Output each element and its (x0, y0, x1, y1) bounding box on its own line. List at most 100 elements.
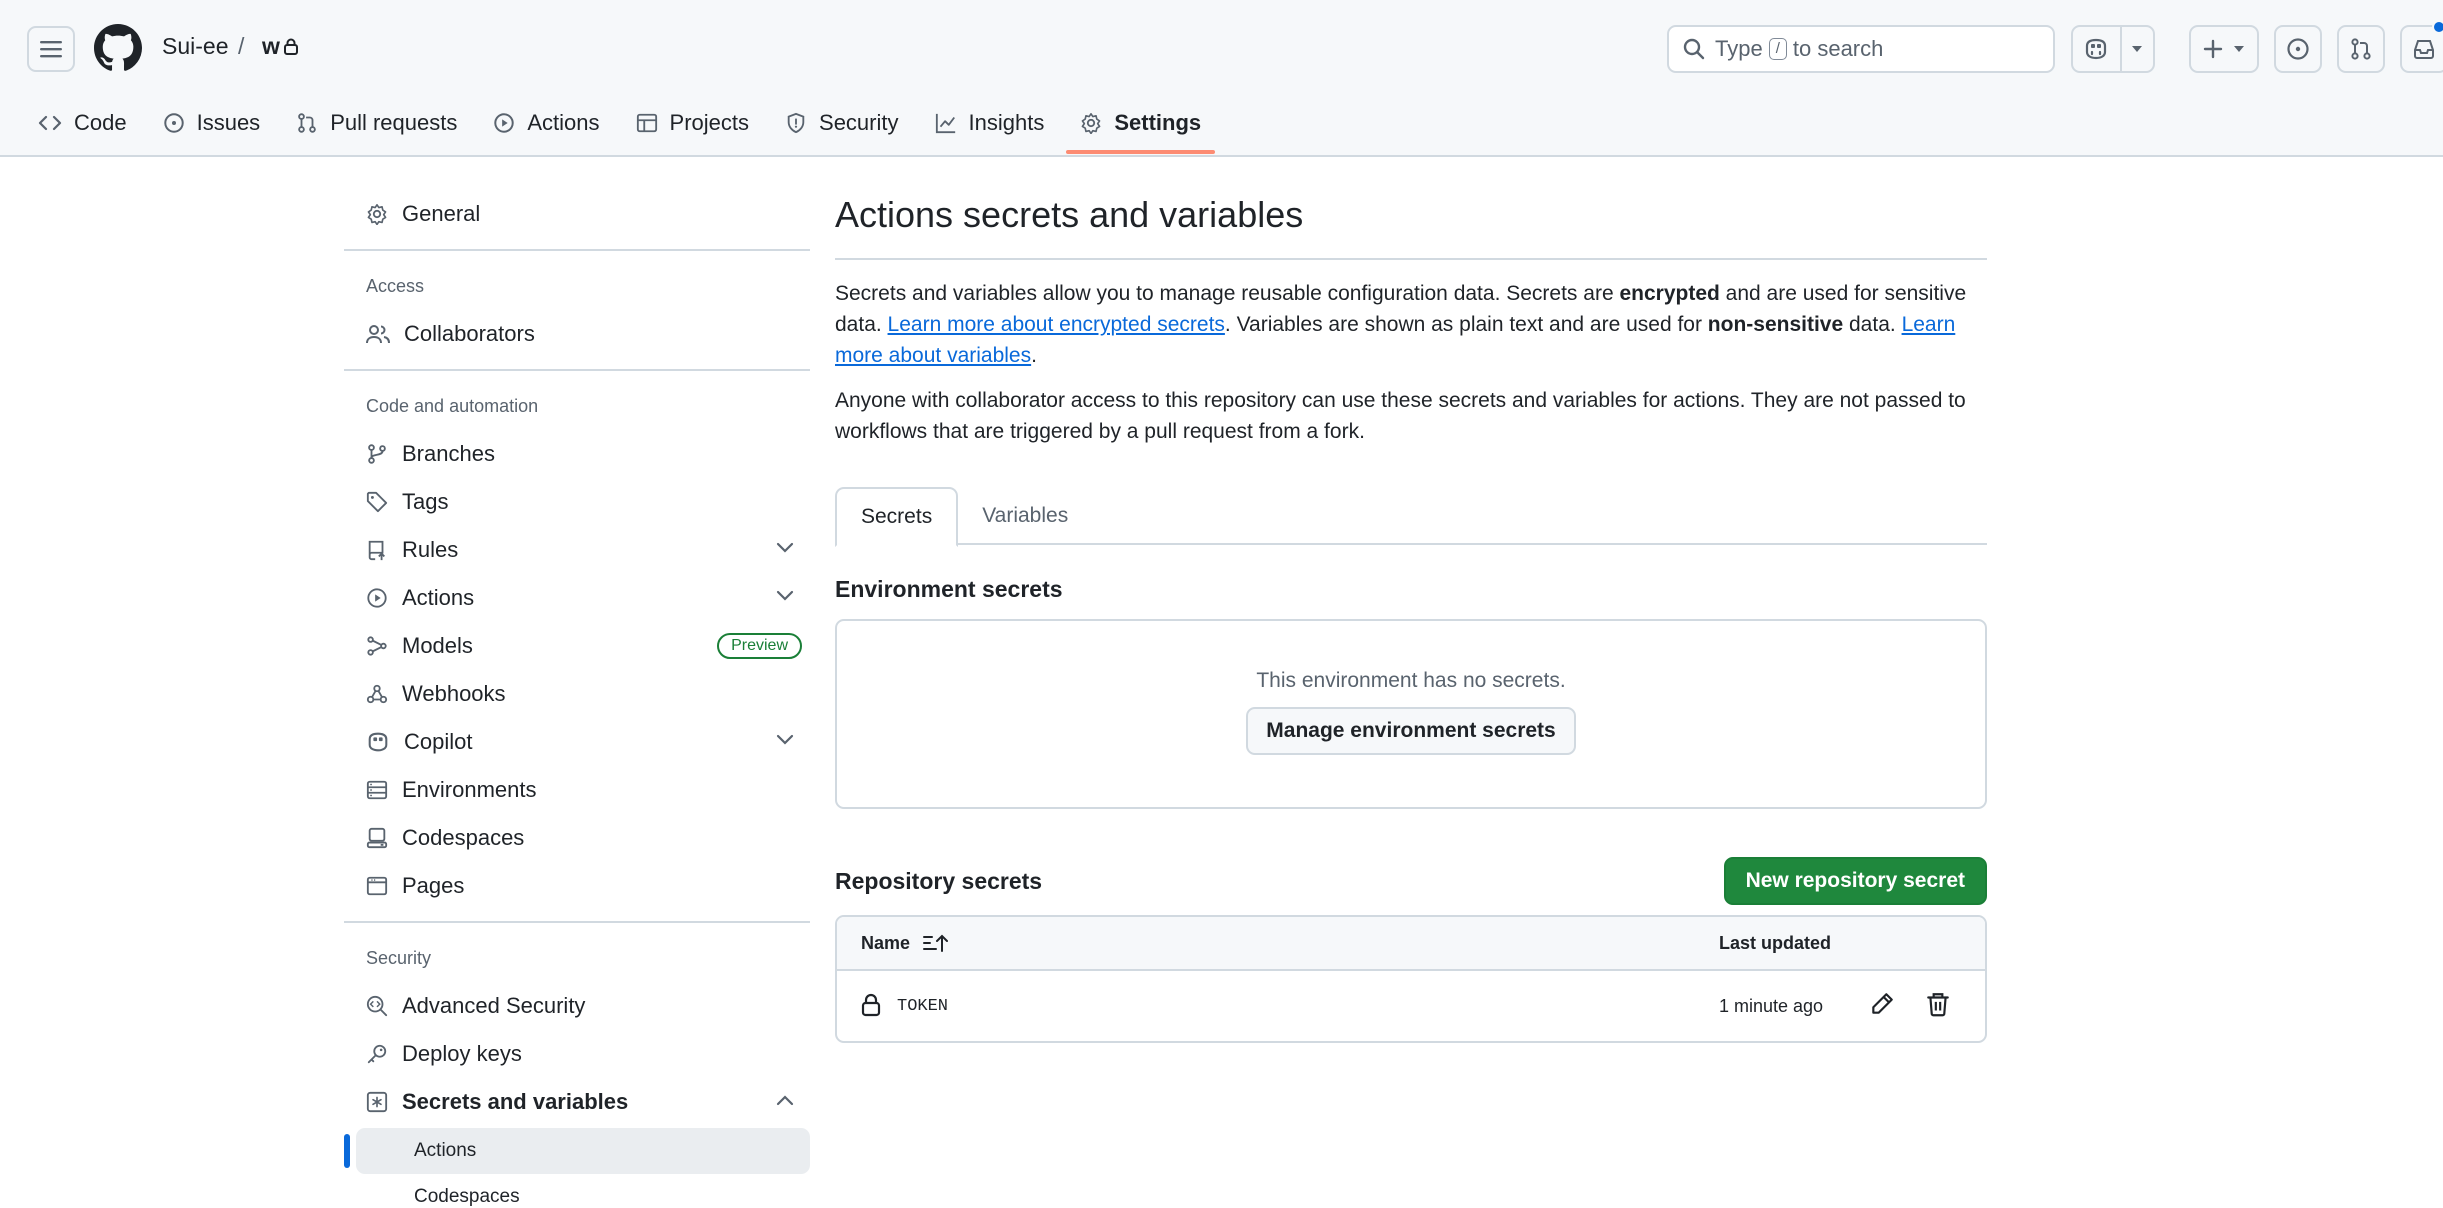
tab-security[interactable]: Security (771, 98, 912, 148)
search-shortcut-key: / (1768, 38, 1787, 60)
learn-more-secrets-link[interactable]: Learn more about encrypted secrets (888, 313, 1225, 336)
tab-code[interactable]: Code (24, 98, 141, 148)
sidebar-item-webhooks[interactable]: Webhooks (344, 670, 810, 718)
issue-opened-icon (163, 113, 184, 133)
sidebar-item-label: Models (402, 633, 473, 658)
new-repository-secret-button[interactable]: New repository secret (1723, 857, 1987, 905)
tab-settings[interactable]: Settings (1066, 98, 1215, 154)
ai-model-icon (367, 636, 387, 656)
sidebar-item-label: Collaborators (404, 321, 535, 346)
menu-button[interactable] (27, 26, 75, 72)
sidebar-subitem-actions[interactable]: Actions (344, 1128, 810, 1174)
secret-updated: 1 minute ago (1719, 995, 1824, 1016)
name-column-header[interactable]: Name (861, 933, 949, 954)
search-input[interactable]: Type / to search (1667, 25, 2055, 73)
sidebar-item-label: General (402, 201, 481, 226)
desc-text: data. (1843, 313, 1902, 336)
inbox-icon (2414, 40, 2434, 59)
page-title: Actions secrets and variables (835, 190, 1987, 260)
tab-insights-label: Insights (968, 110, 1045, 135)
your-issues-button[interactable] (2274, 25, 2322, 73)
tab-pull-requests[interactable]: Pull requests (282, 98, 471, 148)
environment-secrets-box: This environment has no secrets. Manage … (835, 619, 1987, 809)
sidebar-item-copilot[interactable]: Copilot (344, 718, 810, 766)
shield-icon (787, 112, 805, 134)
secrets-variables-tabs: Secrets Variables (835, 487, 1987, 547)
copilot-button[interactable] (2073, 27, 2122, 71)
triangle-down-icon (2234, 46, 2244, 52)
sidebar-item-pages[interactable]: Pages (344, 862, 810, 910)
secrets-table: Name Last updated TOKEN 1 minute ago (835, 915, 1987, 1043)
triangle-down-icon (2132, 46, 2143, 52)
sidebar-item-models[interactable]: Models Preview (344, 622, 810, 670)
sidebar-item-general[interactable]: General (344, 190, 810, 238)
repository-secrets-heading: Repository secrets (835, 867, 1043, 894)
sidebar-item-label: Advanced Security (402, 993, 586, 1018)
sidebar-item-branches[interactable]: Branches (344, 430, 810, 478)
git-pull-request-icon (298, 113, 316, 133)
sidebar-item-label: Environments (402, 777, 537, 802)
issue-opened-icon (2287, 38, 2309, 60)
tab-projects-label: Projects (669, 110, 750, 135)
sidebar-item-label: Tags (402, 489, 449, 514)
sidebar-item-actions[interactable]: Actions (344, 574, 810, 622)
hamburger-icon (40, 41, 62, 58)
environment-secrets-heading: Environment secrets (835, 575, 1063, 602)
manage-environment-secrets-button[interactable]: Manage environment secrets (1246, 707, 1576, 755)
sidebar-item-collaborators[interactable]: Collaborators (344, 310, 810, 358)
sidebar-item-rules[interactable]: Rules (344, 526, 810, 574)
breadcrumb-separator: / (238, 33, 245, 59)
desc-text: Secrets and variables allow you to manag… (835, 282, 1620, 305)
sidebar-item-advanced-security[interactable]: Advanced Security (344, 982, 810, 1030)
settings-sidebar: General Access Collaborators Code and au… (344, 190, 810, 1208)
gear-icon (1081, 113, 1101, 134)
copilot-dropdown-button[interactable] (2122, 27, 2153, 71)
search-placeholder-suffix: to search (1792, 36, 1884, 61)
tab-secrets[interactable]: Secrets (835, 487, 959, 547)
tab-insights[interactable]: Insights (921, 98, 1059, 148)
tab-issues-label: Issues (196, 110, 261, 135)
create-new-button[interactable] (2189, 25, 2259, 73)
sidebar-heading-security: Security (366, 947, 432, 968)
sidebar-item-label: Branches (402, 441, 495, 466)
your-pull-requests-button[interactable] (2337, 25, 2385, 73)
sidebar-item-secrets-and-variables[interactable]: Secrets and variables (344, 1078, 810, 1126)
copilot-icon (368, 732, 388, 752)
tab-issues[interactable]: Issues (149, 98, 275, 148)
tab-actions[interactable]: Actions (479, 98, 613, 148)
preview-badge: Preview (717, 633, 802, 659)
tab-projects[interactable]: Projects (622, 98, 763, 148)
desc-emphasis: encrypted (1619, 282, 1720, 305)
chevron-down-icon (776, 734, 794, 745)
owner-link[interactable]: Sui-ee (162, 33, 228, 60)
people-icon (366, 325, 390, 344)
tab-actions-label: Actions (527, 110, 600, 135)
table-icon (636, 113, 657, 133)
tab-variables[interactable]: Variables (958, 487, 1092, 545)
sidebar-item-deploy-keys[interactable]: Deploy keys (344, 1030, 810, 1078)
code-icon (38, 115, 62, 131)
sidebar-item-label: Actions (402, 585, 475, 610)
sidebar-item-environments[interactable]: Environments (344, 766, 810, 814)
asterisk-icon (366, 1091, 388, 1113)
tab-settings-label: Settings (1114, 110, 1202, 135)
tab-code-label: Code (74, 110, 127, 135)
github-logo-icon[interactable] (94, 24, 142, 72)
tag-icon (366, 491, 388, 513)
collaborator-note: Anyone with collaborator access to this … (835, 389, 1966, 443)
plus-icon (2203, 39, 2223, 59)
trash-icon[interactable] (1925, 991, 1951, 1017)
sidebar-item-tags[interactable]: Tags (344, 478, 810, 526)
table-row: TOKEN 1 minute ago (837, 971, 1985, 1041)
pencil-icon[interactable] (1869, 991, 1895, 1017)
play-icon (367, 588, 387, 608)
sidebar-item-label: Pages (402, 873, 465, 898)
sidebar-item-label: Copilot (404, 729, 473, 754)
sidebar-subitem-codespaces[interactable]: Codespaces (356, 1174, 810, 1208)
desc-text: . Variables are shown as plain text and … (1224, 313, 1708, 336)
repo-link[interactable]: w (262, 33, 280, 60)
notification-dot (2432, 20, 2443, 34)
sidebar-heading-code-and-automation: Code and automation (366, 395, 539, 416)
table-header: Name Last updated (837, 917, 1985, 971)
sidebar-item-codespaces[interactable]: Codespaces (344, 814, 810, 862)
